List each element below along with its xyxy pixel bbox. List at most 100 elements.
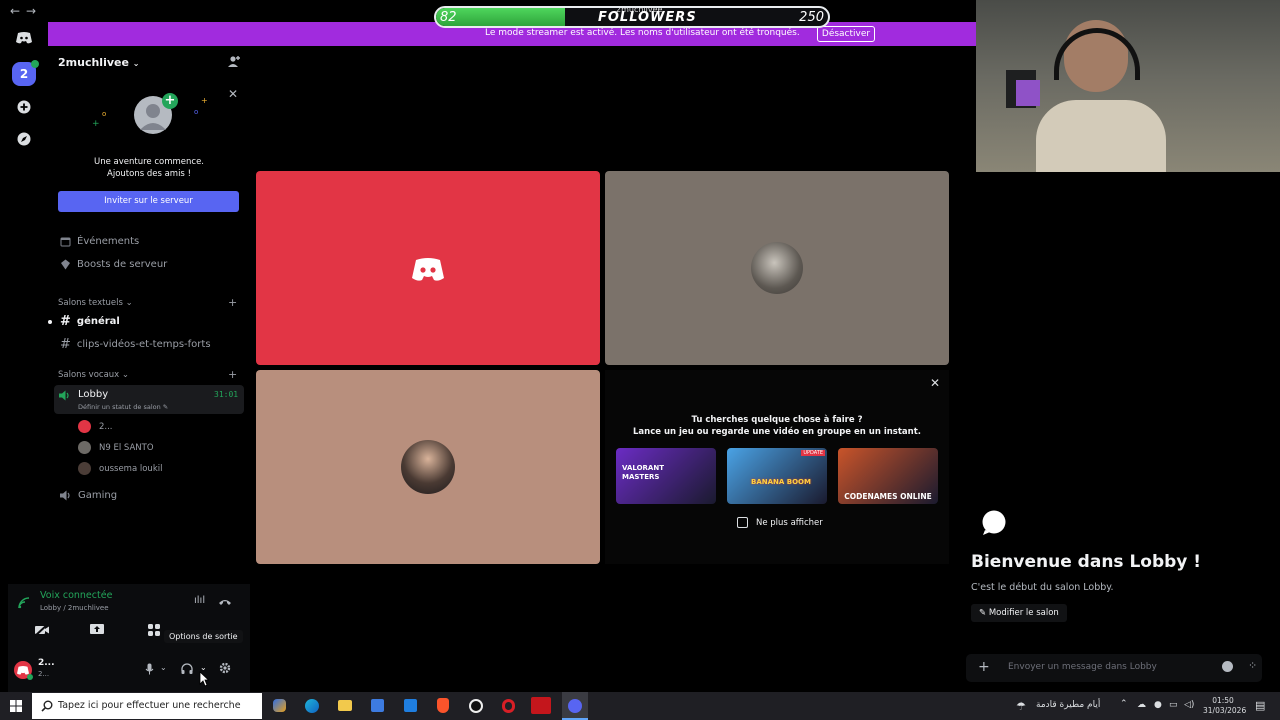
channel-clips[interactable]: # clips-vidéos-et-temps-forts — [60, 337, 211, 352]
signal-icon[interactable] — [18, 597, 30, 609]
welcome-title: Bienvenue dans Lobby ! — [971, 552, 1202, 572]
microphone-icon[interactable] — [145, 663, 154, 675]
file-explorer-icon[interactable] — [338, 700, 352, 711]
add-voice-channel-icon[interactable]: + — [228, 368, 237, 381]
video-tile[interactable] — [605, 171, 949, 365]
settings-gear-icon[interactable] — [219, 662, 231, 674]
events-item[interactable]: Événements — [60, 236, 139, 247]
dont-show-checkbox[interactable] — [737, 517, 748, 528]
boosts-item[interactable]: Boosts de serveur — [60, 259, 167, 270]
hash-icon: # — [60, 314, 71, 329]
unread-indicator — [48, 320, 52, 324]
discord-home-icon[interactable] — [12, 26, 36, 50]
sparkle-icon: + — [201, 96, 208, 105]
weather-text[interactable]: أيام مطيرة قادمة — [1036, 700, 1100, 710]
streamer-mode-message: Le mode streamer est activé. Les noms d'… — [485, 28, 800, 38]
invite-card-text: Une aventure commence. Ajoutons des amis… — [93, 157, 204, 179]
avatar — [401, 440, 455, 494]
invite-button[interactable]: Inviter sur le serveur — [58, 191, 239, 212]
avatar — [78, 462, 91, 475]
webcam-overlay — [976, 0, 1280, 172]
message-placeholder: Envoyer un message dans Lobby — [1008, 662, 1157, 672]
tray-chevron-icon[interactable]: ⌃ — [1120, 699, 1128, 709]
clock[interactable]: 01:50 31/03/2026 — [1203, 696, 1246, 716]
edge-icon[interactable] — [305, 699, 319, 713]
attach-plus-icon[interactable]: + — [978, 659, 990, 675]
copilot-icon[interactable] — [273, 699, 286, 712]
message-input[interactable]: + Envoyer un message dans Lobby ⁘ — [966, 654, 1262, 682]
hash-icon: # — [60, 337, 71, 352]
forward-arrow-icon[interactable]: → — [26, 4, 36, 18]
voice-timer: 31:01 — [214, 390, 239, 399]
voice-member[interactable]: N9 El SANTO — [78, 441, 154, 454]
sparkle-icon: o — [102, 110, 107, 118]
store-icon[interactable] — [371, 699, 384, 712]
followers-current: 82 — [440, 10, 457, 25]
app-icon[interactable] — [531, 697, 551, 714]
noise-suppression-icon[interactable]: ılıl — [194, 595, 205, 606]
voice-member[interactable]: 2... — [78, 420, 113, 433]
update-badge: UPDATE — [801, 450, 825, 456]
mic-tray-icon[interactable]: ● — [1154, 700, 1162, 710]
taskbar-search-input[interactable]: Tapez ici pour effectuer une recherche — [32, 693, 262, 719]
server-name-header[interactable]: 2muchlivee ⌄ — [58, 56, 139, 69]
video-tile[interactable] — [256, 171, 600, 365]
voice-channels-category[interactable]: Salons vocaux ⌄ — [58, 370, 129, 380]
voice-channel-gaming[interactable]: Gaming — [60, 490, 117, 501]
mouse-cursor-icon — [199, 671, 209, 687]
add-server-icon[interactable] — [12, 95, 36, 119]
add-text-channel-icon[interactable]: + — [228, 296, 237, 309]
network-icon[interactable]: ▭ — [1169, 700, 1178, 710]
avatar — [78, 441, 91, 454]
speaker-icon — [59, 390, 69, 401]
headphones-icon[interactable] — [181, 663, 193, 674]
close-icon[interactable]: ✕ — [228, 87, 238, 101]
channel-sidebar: 2muchlivee ⌄ ✕ + o o + + Une aventure co… — [8, 46, 250, 692]
username[interactable]: 2... — [38, 658, 55, 668]
cloud-icon[interactable]: ☁ — [1137, 700, 1146, 710]
edit-channel-button[interactable]: ✎ Modifier le salon — [971, 604, 1067, 622]
channel-status[interactable]: Définir un statut de salon ✎ — [78, 403, 168, 411]
brave-icon[interactable] — [437, 698, 449, 713]
emoji-icon[interactable] — [1222, 661, 1233, 672]
boost-icon — [61, 259, 70, 270]
chat-bubble-icon — [982, 510, 1006, 535]
apps-icon[interactable]: ⁘ — [1248, 659, 1257, 672]
online-status-indicator — [27, 674, 33, 680]
voice-member[interactable]: oussema loukil — [78, 462, 162, 475]
opera-icon[interactable] — [502, 699, 515, 713]
chevron-down-icon[interactable]: ⌄ — [160, 663, 167, 672]
close-icon[interactable]: ✕ — [930, 376, 940, 390]
text-channels-category[interactable]: Salons textuels ⌄ — [58, 298, 133, 308]
voice-location[interactable]: Lobby / 2muchlivee — [40, 604, 109, 612]
voice-active-indicator — [31, 60, 39, 68]
activities-icon[interactable] — [146, 623, 162, 637]
search-icon — [41, 700, 53, 712]
disconnect-icon[interactable] — [218, 597, 232, 606]
game-card-valorant[interactable]: VALORANT MASTERS — [616, 448, 716, 504]
channel-start-text: C'est le début du salon Lobby. — [971, 582, 1114, 593]
chat-panel: Bienvenue dans Lobby ! C'est le début du… — [966, 172, 1280, 692]
notifications-icon[interactable]: ▤ — [1255, 699, 1265, 712]
discover-icon[interactable] — [12, 127, 36, 151]
discord-taskbar-icon[interactable] — [562, 692, 588, 720]
game-card-codenames[interactable]: CODENAMES ONLINE — [838, 448, 938, 504]
channel-general[interactable]: # général — [60, 314, 120, 329]
camera-off-icon[interactable] — [34, 623, 50, 637]
video-tile[interactable] — [256, 370, 600, 564]
game-card-banana[interactable]: BANANA BOOM UPDATE — [727, 448, 827, 504]
add-friend-icon: + — [162, 93, 178, 109]
back-arrow-icon[interactable]: ← — [10, 4, 20, 18]
mail-icon[interactable] — [404, 699, 417, 712]
obs-icon[interactable] — [469, 699, 483, 713]
dont-show-label: Ne plus afficher — [756, 518, 823, 528]
discord-logo-icon — [412, 258, 444, 281]
volume-icon[interactable]: ◁) — [1184, 700, 1194, 710]
output-options-tooltip: Options de sortie — [164, 630, 243, 643]
voice-channel-lobby[interactable]: Lobby 31:01 Définir un statut de salon ✎ — [54, 385, 244, 414]
screen-share-icon[interactable] — [89, 623, 105, 637]
disable-streamer-button[interactable]: Désactiver — [817, 26, 875, 42]
windows-start-icon[interactable] — [10, 700, 22, 712]
activity-prompt: Tu cherches quelque chose à faire ? Lanc… — [632, 415, 922, 437]
add-member-icon[interactable] — [227, 55, 241, 69]
